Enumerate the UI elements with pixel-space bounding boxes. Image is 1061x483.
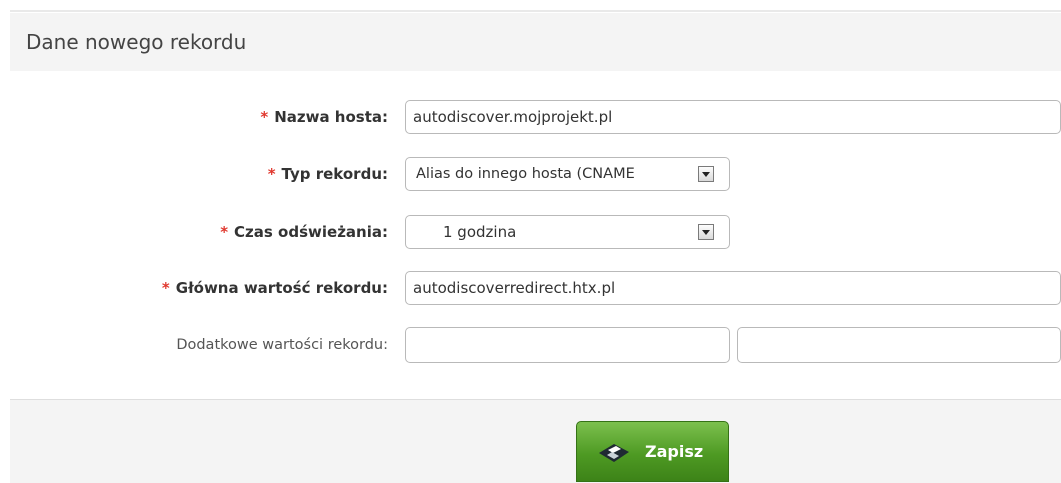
hostname-input[interactable]: autodiscover.mojprojekt.pl (405, 100, 1061, 134)
floppy-disk-icon (599, 444, 629, 462)
save-button-label: Zapisz (645, 442, 704, 461)
row-extra-values: Dodatkowe wartości rekordu: (0, 327, 1061, 363)
record-type-select[interactable]: Alias do innego hosta (CNAME (405, 157, 730, 191)
record-type-value: Alias do innego hosta (CNAME (416, 166, 635, 182)
row-main-value: * Główna wartość rekordu: autodiscoverred… (0, 270, 1061, 306)
record-type-label-text: Typ rekordu: (281, 165, 388, 183)
required-marker: * (267, 165, 276, 183)
ttl-label: * Czas odświeżania: (220, 214, 388, 250)
required-marker: * (220, 223, 229, 241)
chevron-down-icon[interactable] (698, 166, 714, 182)
record-type-label: * Typ rekordu: (268, 156, 388, 192)
extra-value-2-input[interactable] (737, 327, 1061, 363)
save-button[interactable]: Zapisz (576, 421, 729, 482)
required-marker: * (260, 108, 269, 126)
ttl-value: 1 godzina (443, 223, 517, 241)
required-marker: * (161, 279, 170, 297)
chevron-down-icon[interactable] (698, 224, 714, 240)
row-record-type: * Typ rekordu: Alias do innego hosta (CNA… (0, 156, 1061, 192)
extra-value-1-input[interactable] (405, 327, 730, 363)
extra-values-label: Dodatkowe wartości rekordu: (176, 337, 388, 353)
ttl-select[interactable]: 1 godzina (405, 215, 730, 249)
top-divider (10, 0, 1061, 12)
main-value-label-text: Główna wartość rekordu: (175, 279, 388, 297)
panel-title: Dane nowego rekordu (26, 30, 247, 54)
hostname-label: * Nazwa hosta: (260, 99, 388, 135)
form-footer (10, 399, 1061, 483)
hostname-label-text: Nazwa hosta: (274, 108, 388, 126)
row-ttl: * Czas odświeżania: 1 godzina (0, 214, 1061, 250)
row-hostname: * Nazwa hosta: autodiscover.mojprojekt.pl (0, 99, 1061, 135)
main-value-label: * Główna wartość rekordu: (162, 270, 388, 306)
panel-header: Dane nowego rekordu (10, 13, 1061, 71)
main-value-input[interactable]: autodiscoverredirect.htx.pl (405, 271, 1061, 305)
ttl-label-text: Czas odświeżania: (234, 223, 388, 241)
